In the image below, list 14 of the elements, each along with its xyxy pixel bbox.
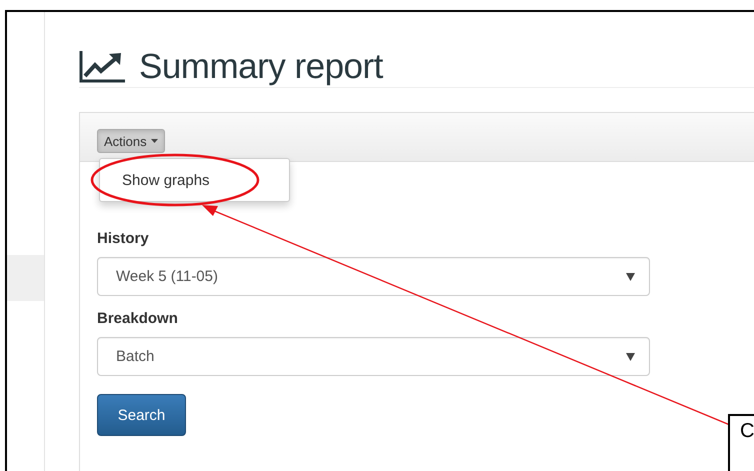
field-label: Breakdown (97, 310, 179, 327)
line-chart-icon (79, 50, 125, 82)
actions-button[interactable]: Actions (97, 129, 165, 153)
menu-item[interactable]: Show graphs (100, 168, 210, 193)
page-title: Summary report (139, 48, 383, 86)
caret-icon (150, 139, 158, 143)
callout-text: C (740, 420, 754, 443)
select-field[interactable]: Week 5 (11-05) (97, 257, 650, 296)
search-button[interactable]: Search (97, 394, 186, 436)
select-field[interactable]: Batch (97, 337, 650, 376)
dropdown-arrow-icon (626, 352, 635, 360)
sidebar-item[interactable] (7, 255, 44, 301)
dropdown-arrow-icon (626, 272, 635, 280)
field-label: History (97, 230, 150, 247)
